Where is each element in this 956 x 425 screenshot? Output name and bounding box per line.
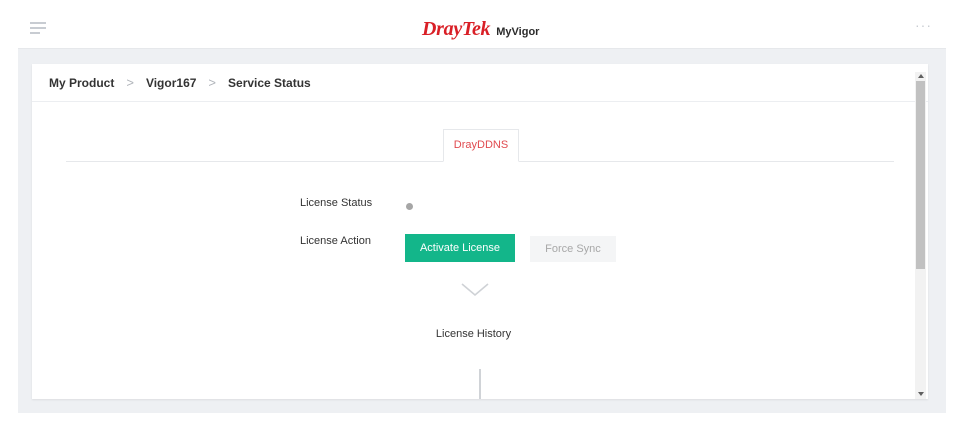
chevron-down-icon[interactable] bbox=[460, 282, 490, 298]
license-status-label: License Status bbox=[300, 197, 373, 209]
breadcrumb-my-product[interactable]: My Product bbox=[49, 76, 114, 90]
breadcrumb-service-status: Service Status bbox=[228, 75, 311, 90]
scroll-down-arrow-icon[interactable] bbox=[917, 392, 924, 396]
brand: DrayTek MyVigor bbox=[422, 18, 539, 40]
activate-license-button[interactable]: Activate License bbox=[405, 234, 515, 262]
scrollbar-thumb[interactable] bbox=[916, 81, 925, 269]
app-name: MyVigor bbox=[496, 26, 540, 38]
license-status-indicator bbox=[406, 203, 413, 210]
license-action-label: License Action bbox=[300, 235, 371, 247]
tab-drayddns[interactable]: DrayDDNS bbox=[443, 129, 519, 162]
hamburger-menu-icon[interactable] bbox=[30, 22, 46, 34]
top-bar: DrayTek MyVigor ··· bbox=[18, 8, 946, 49]
scroll-up-arrow-icon[interactable] bbox=[917, 74, 924, 78]
vertical-scrollbar[interactable] bbox=[915, 72, 926, 399]
license-history-label: License History bbox=[435, 328, 512, 340]
history-timeline-line bbox=[479, 369, 481, 399]
breadcrumb: My Product > Vigor167 > Service Status bbox=[32, 64, 928, 102]
draytek-logo: DrayTek bbox=[422, 18, 491, 40]
force-sync-button[interactable]: Force Sync bbox=[530, 236, 616, 262]
breadcrumb-chevron-icon: > bbox=[126, 75, 134, 90]
more-dots-icon[interactable]: ··· bbox=[915, 18, 932, 32]
breadcrumb-chevron-icon: > bbox=[208, 75, 217, 90]
service-status-card: My Product > Vigor167 > Service Status D… bbox=[32, 64, 928, 399]
app-frame: DrayTek MyVigor ··· My Product > Vigor16… bbox=[18, 8, 946, 413]
breadcrumb-vigor167[interactable]: Vigor167 bbox=[146, 76, 196, 90]
